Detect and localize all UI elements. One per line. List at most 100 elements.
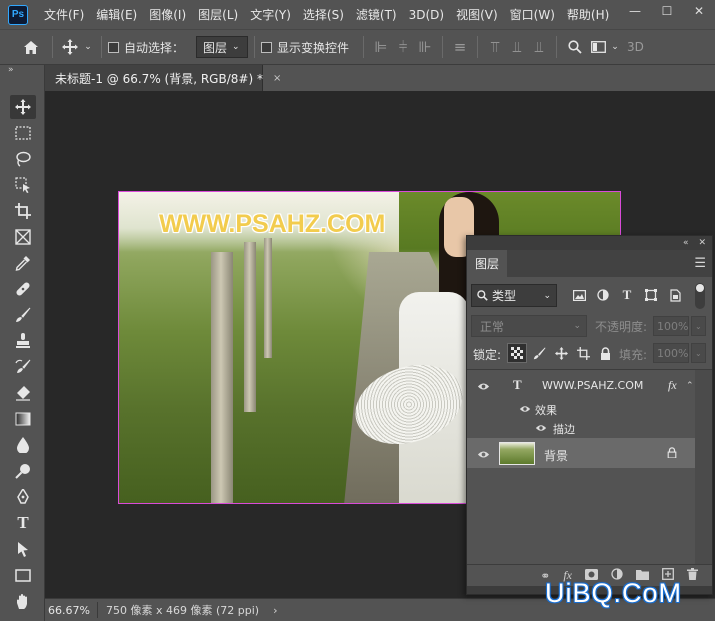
visibility-eye-icon[interactable] [533, 420, 549, 436]
clone-stamp-tool[interactable] [10, 329, 36, 353]
panel-menu-icon[interactable]: ☰ [694, 256, 706, 271]
home-icon[interactable] [16, 40, 46, 55]
hand-tool[interactable] [10, 589, 36, 613]
menu-view[interactable]: 视图(V) [450, 6, 504, 23]
gradient-tool[interactable] [10, 407, 36, 431]
search-icon[interactable] [563, 40, 587, 54]
lock-all-icon[interactable] [595, 343, 615, 363]
fill-slider-toggle[interactable]: ⌄ [691, 343, 706, 363]
menu-window[interactable]: 窗口(W) [504, 6, 561, 23]
crop-tool[interactable] [10, 199, 36, 223]
close-panel-icon[interactable]: ✕ [698, 238, 706, 248]
opacity-field[interactable]: 100% [653, 316, 689, 336]
filter-toggle-switch[interactable] [695, 283, 705, 309]
window-controls: — ☐ ✕ [619, 0, 715, 22]
opacity-slider-toggle[interactable]: ⌄ [691, 316, 706, 336]
auto-select-checkbox[interactable] [108, 41, 119, 53]
auto-select-dropdown[interactable]: 图层 ⌄ [196, 36, 249, 58]
frame-tool[interactable] [10, 225, 36, 249]
menu-filter[interactable]: 滤镜(T) [350, 6, 403, 23]
menu-edit[interactable]: 编辑(E) [90, 6, 143, 23]
maximize-button[interactable]: ☐ [651, 0, 683, 22]
delete-layer-icon[interactable] [687, 568, 698, 583]
lock-icon [667, 447, 677, 461]
move-tool[interactable] [10, 95, 36, 119]
effects-label[interactable]: 效果 [535, 402, 557, 418]
menu-image[interactable]: 图像(I) [143, 6, 192, 23]
options-bar: ⌄ 自动选择： 图层 ⌄ 显示变换控件 ⊫ ⫩ ⊪ ≡ ⫪ ⫫ ⫫ ⌄ 3D [0, 29, 715, 65]
close-icon[interactable]: × [273, 73, 281, 84]
lock-transparent-pixels-icon[interactable] [507, 343, 527, 363]
eraser-tool[interactable] [10, 381, 36, 405]
object-selection-tool[interactable] [10, 173, 36, 197]
opacity-label: 不透明度: [595, 320, 648, 334]
menu-type[interactable]: 文字(Y) [244, 6, 297, 23]
stroke-effect-label[interactable]: 描边 [553, 421, 575, 437]
document-tab[interactable]: 未标题-1 @ 66.7% (背景, RGB/8#) * × [45, 65, 281, 91]
layer-effects-icon[interactable]: fx [668, 378, 677, 393]
align-middle-vertical-icon[interactable]: ⫫ [506, 38, 528, 56]
3d-mode-label[interactable]: 3D [627, 40, 644, 54]
document-tab-bar: 未标题-1 @ 66.7% (背景, RGB/8#) * × [45, 65, 715, 91]
visibility-eye-icon[interactable] [475, 378, 491, 394]
chevron-down-icon[interactable]: ⌄ [81, 42, 95, 52]
adjustment-filter-icon[interactable] [594, 286, 612, 304]
eyedropper-tool[interactable] [10, 251, 36, 275]
lock-artboard-icon[interactable] [573, 343, 593, 363]
healing-brush-tool[interactable] [10, 277, 36, 301]
blend-mode-dropdown[interactable]: 正常 ⌄ [471, 315, 587, 337]
visibility-eye-icon[interactable] [475, 446, 491, 462]
minimize-button[interactable]: — [619, 0, 651, 22]
menu-3d[interactable]: 3D(D) [403, 8, 450, 22]
lock-image-pixels-icon[interactable] [529, 343, 549, 363]
align-left-icon[interactable]: ⊫ [370, 38, 392, 56]
smart-object-filter-icon[interactable] [666, 286, 684, 304]
collapse-panel-icon[interactable]: « [683, 238, 689, 248]
tab-layers[interactable]: 图层 [467, 250, 507, 277]
layers-scrollbar[interactable] [695, 370, 712, 565]
layer-filter-dropdown[interactable]: 类型 ⌄ [471, 284, 557, 307]
rectangle-tool[interactable] [10, 563, 36, 587]
dodge-tool[interactable] [10, 459, 36, 483]
collapse-panel-icon[interactable]: » [8, 65, 14, 75]
chevron-down-icon: ⌄ [543, 290, 551, 301]
chevron-up-icon[interactable]: ⌃ [686, 381, 694, 391]
fill-field[interactable]: 100% [653, 343, 689, 363]
type-filter-icon[interactable]: T [618, 286, 636, 304]
shape-filter-icon[interactable] [642, 286, 660, 304]
align-top-icon[interactable]: ⫪ [484, 38, 506, 56]
text-layer-type-icon: T [513, 377, 522, 392]
lasso-tool[interactable] [10, 147, 36, 171]
marquee-tool[interactable] [10, 121, 36, 145]
status-menu-arrow[interactable]: › [273, 604, 277, 617]
menu-layer[interactable]: 图层(L) [192, 6, 244, 23]
history-brush-tool[interactable] [10, 355, 36, 379]
zoom-level[interactable]: 66.67% [45, 604, 97, 617]
divider [363, 36, 365, 58]
brush-tool[interactable] [10, 303, 36, 327]
menu-bar: Ps 文件(F) 编辑(E) 图像(I) 图层(L) 文字(Y) 选择(S) 滤… [0, 0, 715, 29]
lock-position-icon[interactable] [551, 343, 571, 363]
align-right-icon[interactable]: ⊪ [414, 38, 436, 56]
layer-thumbnail[interactable] [499, 442, 535, 465]
image-filter-icon[interactable] [570, 286, 588, 304]
path-selection-tool[interactable] [10, 537, 36, 561]
align-center-horizontal-icon[interactable]: ⫩ [392, 38, 414, 56]
distribute-vertical-icon[interactable]: ≡ [449, 38, 471, 56]
blur-tool[interactable] [10, 433, 36, 457]
menu-help[interactable]: 帮助(H) [561, 6, 615, 23]
move-tool-icon[interactable] [59, 39, 81, 55]
chevron-down-icon[interactable]: ⌄ [609, 42, 621, 52]
opacity-value: 100% [657, 319, 689, 333]
layer-name[interactable]: WWW.PSAHZ.COM [542, 379, 643, 392]
close-button[interactable]: ✕ [683, 0, 715, 22]
workspace-icon[interactable] [587, 41, 609, 53]
type-tool[interactable]: T [10, 511, 36, 535]
show-transform-checkbox[interactable] [261, 41, 273, 53]
visibility-eye-icon[interactable] [517, 401, 533, 417]
layer-name[interactable]: 背景 [544, 447, 568, 464]
align-bottom-icon[interactable]: ⫫ [528, 38, 550, 56]
menu-select[interactable]: 选择(S) [297, 6, 350, 23]
menu-file[interactable]: 文件(F) [38, 6, 90, 23]
pen-tool[interactable] [10, 485, 36, 509]
